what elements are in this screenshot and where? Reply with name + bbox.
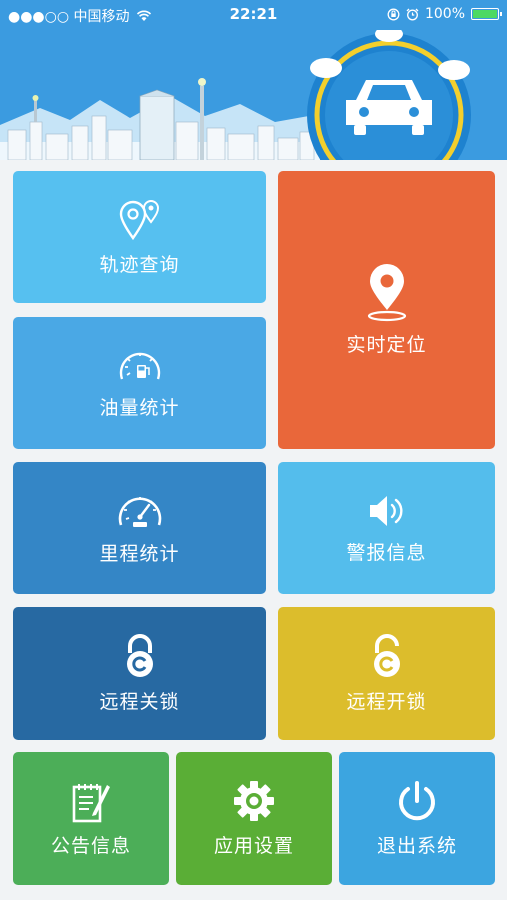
remote-unlock-label: 远程开锁 xyxy=(346,691,427,713)
alarm-clock-icon xyxy=(406,8,419,20)
remote-lock-tile[interactable]: 远程关锁 xyxy=(13,607,266,740)
remote-lock-label: 远程关锁 xyxy=(99,691,180,713)
realtime-location-label: 实时定位 xyxy=(346,333,427,356)
logout-tile[interactable]: 退出系统 xyxy=(339,752,495,885)
gear-icon xyxy=(234,781,274,821)
alarm-info-label: 警报信息 xyxy=(346,541,427,564)
mileage-stats-tile[interactable]: 里程统计 xyxy=(13,462,266,594)
remote-unlock-tile[interactable]: 远程开锁 xyxy=(278,607,495,740)
notice-info-tile[interactable]: 公告信息 xyxy=(13,752,169,885)
power-icon xyxy=(399,781,435,821)
fuel-stats-label: 油量统计 xyxy=(99,396,180,419)
fuel-gauge-icon xyxy=(119,352,160,379)
app-settings-label: 应用设置 xyxy=(213,835,294,857)
orientation-lock-icon xyxy=(387,8,400,20)
status-bar: ●●●○○ 中国移动 22:21 100% xyxy=(0,0,507,28)
logout-label: 退出系统 xyxy=(376,835,457,857)
battery-icon xyxy=(471,8,502,20)
speedometer-icon xyxy=(118,496,161,527)
car-badge-illustration xyxy=(307,30,471,160)
fuel-stats-tile[interactable]: 油量统计 xyxy=(13,317,266,449)
notepad-pen-icon xyxy=(72,784,110,823)
lock-open-icon xyxy=(373,634,400,677)
realtime-location-tile[interactable]: 实时定位 xyxy=(278,171,495,449)
track-query-tile[interactable]: 轨迹查询 xyxy=(13,171,266,303)
app-settings-tile[interactable]: 应用设置 xyxy=(176,752,332,885)
lock-closed-icon xyxy=(126,634,153,677)
route-pins-icon xyxy=(119,199,159,240)
notice-info-label: 公告信息 xyxy=(50,835,131,857)
speaker-icon xyxy=(369,495,402,526)
battery-percent: 100% xyxy=(424,6,465,22)
city-skyline-illustration xyxy=(0,78,320,160)
alarm-info-tile[interactable]: 警报信息 xyxy=(278,462,495,594)
track-query-label: 轨迹查询 xyxy=(99,253,180,276)
location-pin-icon xyxy=(367,263,406,321)
mileage-stats-label: 里程统计 xyxy=(99,542,180,565)
header-banner: ●●●○○ 中国移动 22:21 100% xyxy=(0,0,507,160)
